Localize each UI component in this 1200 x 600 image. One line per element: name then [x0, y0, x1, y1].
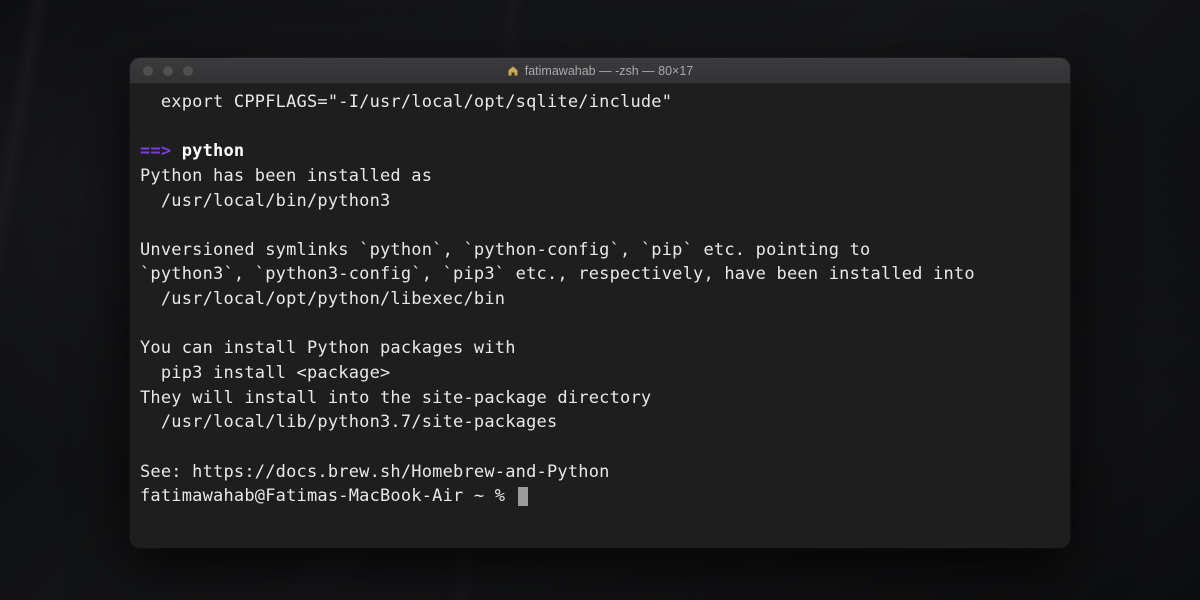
output-line: Unversioned symlinks `python`, `python-c…: [140, 240, 870, 260]
terminal-window: fatimawahab — -zsh — 80×17 export CPPFLA…: [130, 58, 1070, 548]
output-line: pip3 install <package>: [140, 363, 390, 383]
output-line: export CPPFLAGS="-I/usr/local/opt/sqlite…: [140, 92, 672, 112]
home-folder-icon: [507, 65, 519, 77]
zoom-icon[interactable]: [182, 65, 194, 77]
output-line: /usr/local/opt/python/libexec/bin: [140, 289, 505, 309]
terminal-content[interactable]: export CPPFLAGS="-I/usr/local/opt/sqlite…: [130, 84, 1070, 548]
caveat-header: python: [182, 141, 245, 161]
output-line: Python has been installed as: [140, 166, 432, 186]
traffic-lights: [130, 65, 194, 77]
minimize-icon[interactable]: [162, 65, 174, 77]
window-title: fatimawahab — -zsh — 80×17: [525, 64, 694, 78]
output-line: `python3`, `python3-config`, `pip3` etc.…: [140, 264, 975, 284]
output-line: See: https://docs.brew.sh/Homebrew-and-P…: [140, 462, 610, 482]
window-title-area: fatimawahab — -zsh — 80×17: [130, 64, 1070, 78]
caveat-arrow: ==>: [140, 141, 171, 161]
output-line: You can install Python packages with: [140, 338, 516, 358]
output-line: /usr/local/lib/python3.7/site-packages: [140, 412, 557, 432]
shell-prompt: fatimawahab@Fatimas-MacBook-Air ~ %: [140, 486, 516, 506]
close-icon[interactable]: [142, 65, 154, 77]
output-line: /usr/local/bin/python3: [140, 191, 390, 211]
cursor-icon: [518, 487, 528, 506]
titlebar[interactable]: fatimawahab — -zsh — 80×17: [130, 58, 1070, 84]
output-line: They will install into the site-package …: [140, 388, 651, 408]
